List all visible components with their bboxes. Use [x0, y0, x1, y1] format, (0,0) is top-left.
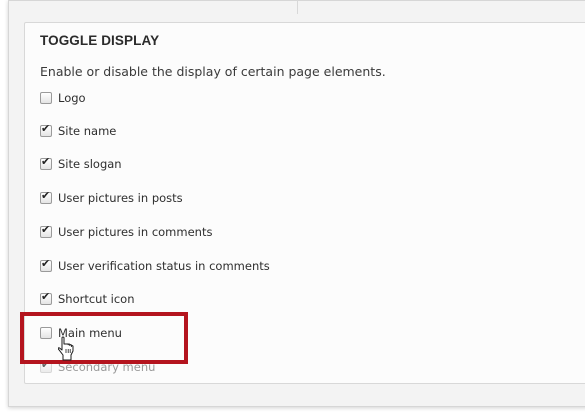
user-pictures-posts-checkbox[interactable]: ✔ — [40, 189, 52, 204]
checkmark-icon: ✔ — [41, 223, 51, 236]
user-verification-checkbox[interactable]: ✔ — [40, 257, 52, 272]
shortcut-icon-checkbox[interactable]: ✔ — [40, 290, 52, 305]
highlight-box — [20, 312, 188, 364]
user-pictures-comments-checkbox[interactable]: ✔ — [40, 223, 52, 238]
fieldset-description: Enable or disable the display of certain… — [40, 64, 386, 79]
checkmark-icon: ✔ — [41, 189, 51, 202]
option-shortcut-icon[interactable]: ✔ Shortcut icon — [40, 290, 135, 307]
option-user-pictures-comments[interactable]: ✔ User pictures in comments — [40, 223, 213, 240]
checkmark-icon: ✔ — [41, 122, 51, 135]
option-user-verification-status[interactable]: ✔ User verification status in comments — [40, 257, 270, 274]
option-label: Site slogan — [58, 157, 122, 171]
option-logo[interactable]: Logo — [40, 90, 86, 106]
panel-divider — [297, 0, 298, 14]
option-site-name[interactable]: ✔ Site name — [40, 122, 117, 139]
screenshot-viewport: TOGGLE DISPLAY Enable or disable the dis… — [0, 0, 585, 415]
checkmark-icon: ✔ — [41, 290, 51, 303]
option-label: User pictures in comments — [58, 225, 213, 239]
site-name-checkbox[interactable]: ✔ — [40, 122, 52, 137]
option-site-slogan[interactable]: ✔ Site slogan — [40, 155, 122, 172]
fieldset-legend: TOGGLE DISPLAY — [40, 33, 160, 48]
option-label: User verification status in comments — [58, 259, 270, 273]
logo-checkbox[interactable] — [40, 92, 52, 104]
option-label: Site name — [58, 124, 117, 138]
site-slogan-checkbox[interactable]: ✔ — [40, 155, 52, 170]
option-label: Shortcut icon — [58, 292, 135, 306]
checkmark-icon: ✔ — [41, 155, 51, 168]
option-label: Logo — [58, 91, 86, 105]
option-label: User pictures in posts — [58, 191, 183, 205]
checkmark-icon: ✔ — [41, 257, 51, 270]
option-user-pictures-posts[interactable]: ✔ User pictures in posts — [40, 189, 183, 206]
hand-pointer-icon — [58, 336, 74, 361]
